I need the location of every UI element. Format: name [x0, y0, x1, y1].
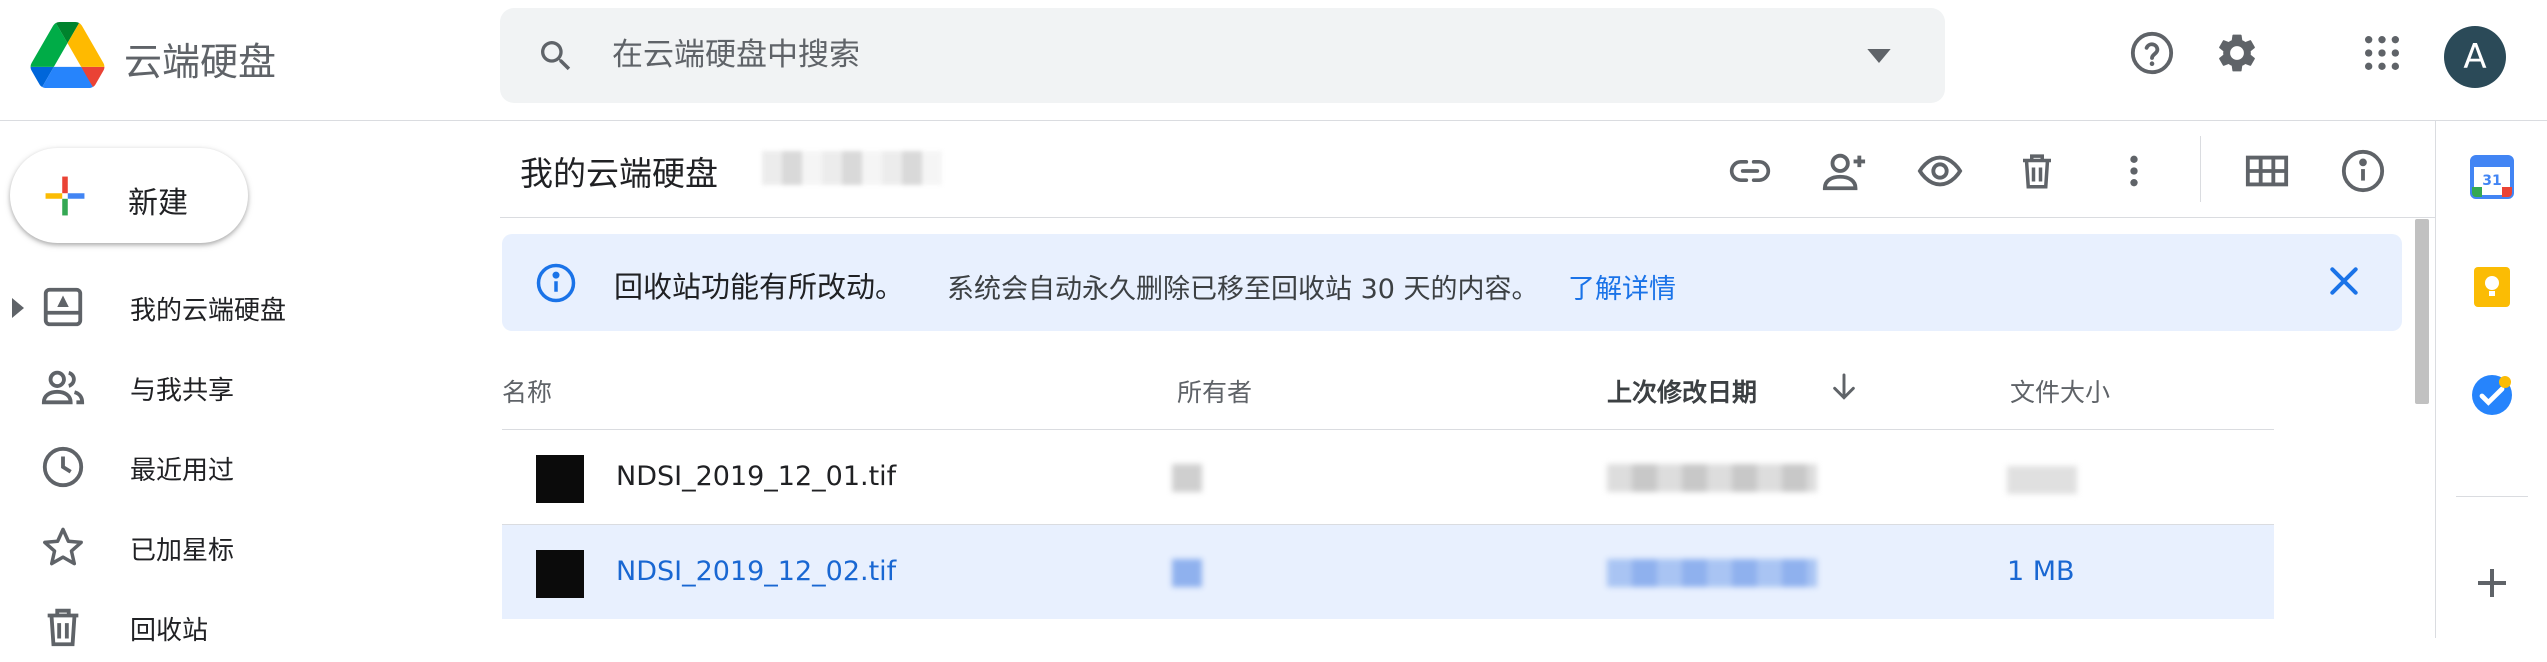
owner-redacted	[1172, 464, 1202, 492]
sidebar-item-label: 与我共享	[130, 376, 235, 406]
sort-descending-arrow-icon[interactable]	[1828, 371, 1860, 403]
info-icon	[536, 263, 576, 303]
get-link-icon[interactable]	[1722, 143, 1778, 199]
settings-gear-icon[interactable]	[2209, 25, 2265, 81]
svg-text:31: 31	[2482, 173, 2501, 189]
sidebar-item-starred[interactable]: 已加星标	[0, 512, 480, 582]
file-name: NDSI_2019_12_02.tif	[616, 556, 897, 587]
file-name: NDSI_2019_12_01.tif	[616, 461, 897, 492]
file-size: 1 MB	[2007, 556, 2075, 587]
expand-caret-icon[interactable]	[12, 298, 24, 318]
side-panel-divider	[2456, 496, 2528, 497]
my-drive-icon	[43, 287, 83, 327]
toolbar-divider-line	[500, 217, 2435, 218]
scrollbar-thumb[interactable]	[2415, 219, 2429, 404]
side-panel: 31	[2435, 121, 2547, 638]
search-bar[interactable]	[500, 8, 1945, 103]
grid-view-icon[interactable]	[2239, 143, 2295, 199]
sidebar-item-shared-with-me[interactable]: 与我共享	[0, 352, 480, 422]
sidebar-item-my-drive[interactable]: 我的云端硬盘	[0, 272, 480, 342]
tasks-icon[interactable]	[2468, 371, 2516, 419]
owner-redacted	[1172, 559, 1202, 587]
table-row-selected[interactable]: NDSI_2019_12_02.tif 1 MB	[502, 524, 2274, 619]
modified-date-redacted	[1607, 464, 1817, 492]
file-thumbnail	[536, 550, 584, 598]
drive-logo-icon[interactable]	[30, 22, 105, 88]
banner-text: 系统会自动永久删除已移至回收站 30 天的内容。	[947, 274, 1539, 305]
column-header-modified[interactable]: 上次修改日期	[1607, 373, 1757, 409]
trash-change-banner: 回收站功能有所改动。 系统会自动永久删除已移至回收站 30 天的内容。 了解详情	[502, 234, 2402, 331]
search-icon[interactable]	[536, 36, 576, 76]
new-button[interactable]: 新建	[10, 148, 248, 243]
table-row[interactable]: NDSI_2019_12_01.tif	[502, 429, 2274, 524]
plus-icon	[45, 176, 85, 216]
modified-date-redacted	[1607, 559, 1817, 587]
sidebar-item-label: 已加星标	[130, 536, 235, 566]
details-info-icon[interactable]	[2335, 143, 2391, 199]
sidebar-item-recent[interactable]: 最近用过	[0, 432, 480, 502]
main-content: 我的云端硬盘 回收站功能有所改动。 系统会自动永久删除已移至回收站 30 天的内…	[500, 121, 2435, 638]
breadcrumb[interactable]: 我的云端硬盘	[520, 147, 718, 195]
account-avatar[interactable]: A	[2444, 26, 2506, 88]
delete-trash-icon[interactable]	[2009, 143, 2065, 199]
people-icon	[41, 370, 85, 405]
search-options-dropdown-icon[interactable]	[1865, 44, 1893, 68]
app-title[interactable]: 云端硬盘	[124, 31, 276, 86]
keep-icon[interactable]	[2468, 263, 2516, 311]
calendar-icon[interactable]: 31	[2468, 153, 2516, 201]
column-header-owner[interactable]: 所有者	[1177, 373, 1252, 409]
share-add-person-icon[interactable]	[1816, 143, 1872, 199]
size-redacted	[2007, 466, 2077, 494]
clock-icon	[42, 446, 84, 488]
help-icon[interactable]	[2124, 25, 2180, 81]
sidebar-item-label: 最近用过	[130, 456, 235, 486]
file-thumbnail	[536, 455, 584, 503]
trash-icon	[47, 608, 79, 647]
apps-grid-icon[interactable]	[2354, 25, 2410, 81]
toolbar-divider	[2200, 136, 2201, 202]
sidebar-item-label: 回收站	[130, 616, 209, 646]
search-input[interactable]	[612, 26, 1812, 84]
sidebar-item-trash[interactable]: 回收站	[0, 592, 480, 662]
banner-title: 回收站功能有所改动。	[614, 270, 905, 304]
add-addon-plus-icon[interactable]	[2468, 559, 2516, 607]
learn-more-link[interactable]: 了解详情	[1568, 267, 1676, 306]
breadcrumb-redacted	[762, 151, 942, 185]
new-button-label: 新建	[128, 186, 188, 221]
close-icon[interactable]	[2324, 261, 2364, 301]
more-options-icon[interactable]	[2106, 143, 2162, 199]
column-header-name[interactable]: 名称	[502, 373, 552, 409]
sidebar-item-label: 我的云端硬盘	[130, 296, 287, 326]
preview-eye-icon[interactable]	[1912, 143, 1968, 199]
star-icon	[43, 527, 83, 566]
top-bar: 云端硬盘 A	[0, 0, 2547, 121]
column-header-size[interactable]: 文件大小	[2010, 373, 2110, 409]
